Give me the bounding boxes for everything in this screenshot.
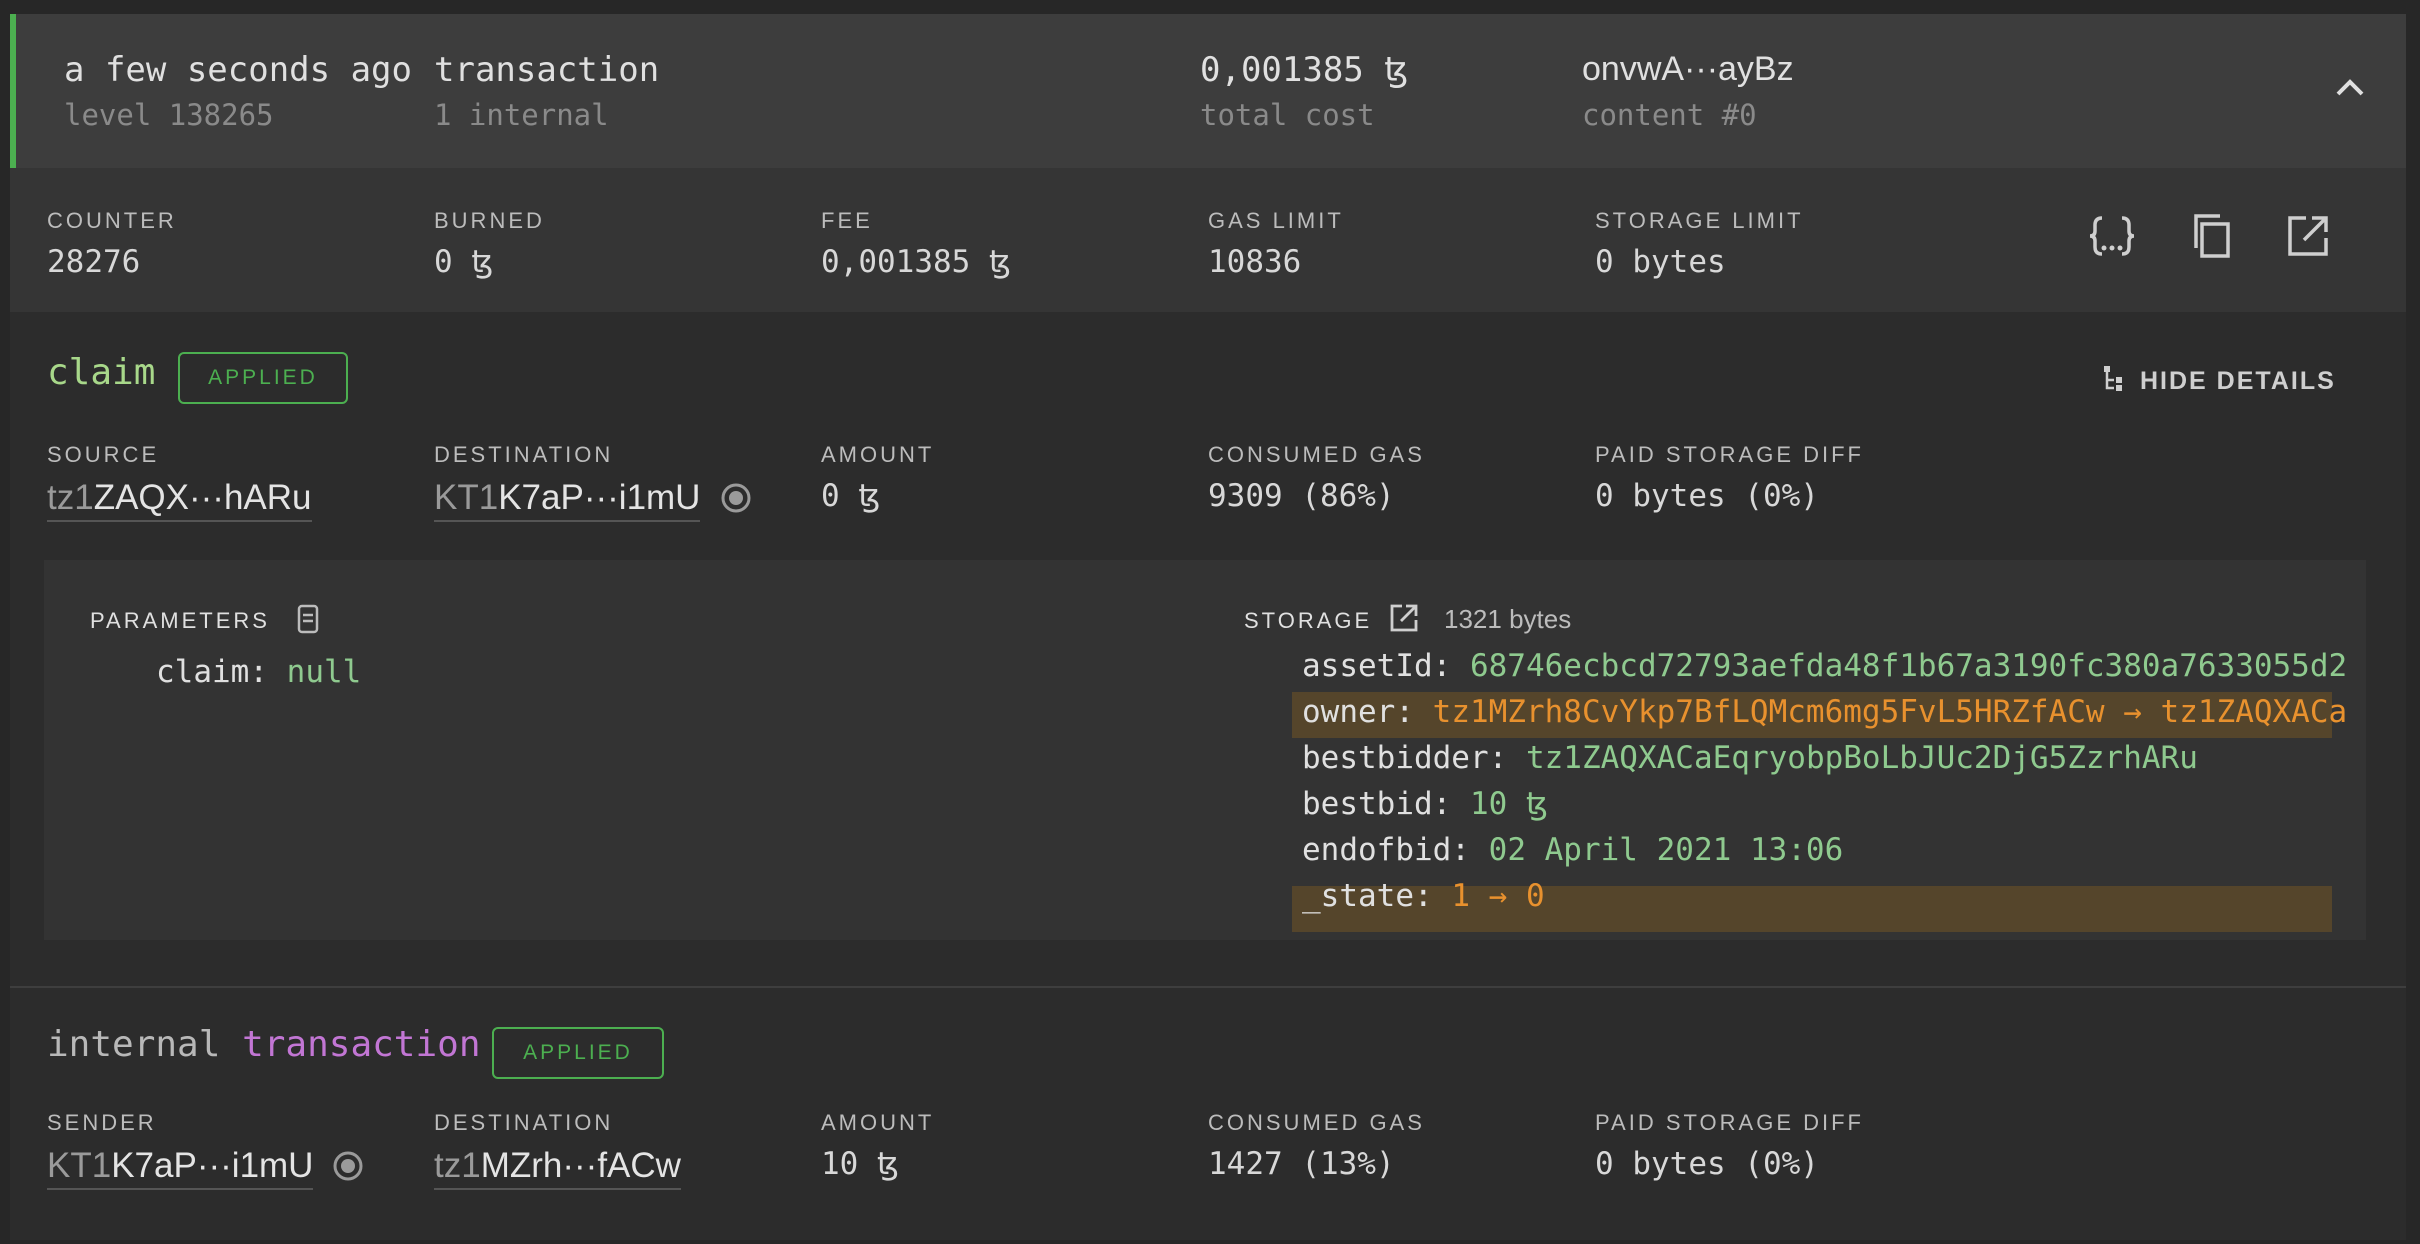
parameters-label: PARAMETERS: [90, 608, 270, 633]
contract-dot-icon: [332, 1150, 364, 1186]
amount-value: 0 ꜩ: [821, 478, 881, 514]
sender-address[interactable]: KT1K7aP···i1mU: [47, 1146, 314, 1190]
counter-value: 28276: [47, 244, 141, 280]
params-storage-panel: PARAMETERS claim: null STORAGE 1321 byte…: [44, 560, 2366, 940]
storage-row: bestbidder: tz1ZAQXACaEqryobpBoLbJUc2DjG…: [1302, 740, 2198, 776]
paid-storage-label: PAID STORAGE DIFF: [1595, 442, 1864, 467]
amount-label: AMOUNT: [821, 442, 935, 467]
destination-address[interactable]: KT1K7aP···i1mU: [434, 478, 701, 522]
source-address[interactable]: tz1ZAQX···hARu: [47, 478, 312, 522]
operation-hash[interactable]: onvwA···ayBz: [1582, 50, 1794, 89]
destination-label: DESTINATION: [434, 1110, 614, 1135]
gas-limit-value: 10836: [1208, 244, 1302, 280]
file-icon[interactable]: [296, 604, 320, 638]
storage-limit-value: 0 bytes: [1595, 244, 1726, 280]
chevron-up-icon[interactable]: [2330, 68, 2370, 108]
divider: [10, 986, 2406, 988]
consumed-gas-label: CONSUMED GAS: [1208, 442, 1425, 467]
total-cost-value: 0,001385 ꜩ: [1200, 50, 1409, 90]
content-index: content #0: [1582, 98, 1757, 132]
entrypoint-name: claim: [47, 352, 156, 393]
internal-count: 1 internal: [434, 98, 609, 132]
hide-details-label: HIDE DETAILS: [2140, 367, 2336, 395]
source-label: SOURCE: [47, 442, 160, 467]
storage-size: 1321 bytes: [1444, 604, 1572, 634]
consumed-gas-label: CONSUMED GAS: [1208, 1110, 1425, 1135]
operation-panel: a few seconds ago transaction level 1382…: [10, 14, 2406, 1240]
counter-label: COUNTER: [47, 208, 177, 233]
operation-stats: COUNTER 28276 BURNED 0 ꜩ FEE 0,001385 ꜩ …: [10, 168, 2406, 312]
storage-row: assetId: 68746ecbcd72793aefda48f1b67a319…: [1302, 648, 2348, 684]
storage-limit-label: STORAGE LIMIT: [1595, 208, 1804, 233]
block-level: level 138265: [64, 98, 274, 132]
storage-row: bestbid: 10 ꜩ: [1302, 786, 1548, 822]
storage-row: endofbid: 02 April 2021 13:06: [1302, 832, 1844, 868]
tree-icon: [2102, 364, 2130, 399]
open-external-icon[interactable]: [2284, 212, 2332, 260]
open-external-icon[interactable]: [1388, 602, 1420, 638]
destination-label: DESTINATION: [434, 442, 614, 467]
operation-kind: transaction: [434, 50, 660, 90]
consumed-gas-value: 9309 (86%): [1208, 478, 1395, 514]
copy-icon[interactable]: [2188, 212, 2236, 260]
hide-details-button[interactable]: HIDE DETAILS: [2102, 364, 2336, 399]
fee-value: 0,001385 ꜩ: [821, 244, 1011, 280]
destination-address[interactable]: tz1MZrh···fACw: [434, 1146, 681, 1190]
gas-limit-label: GAS LIMIT: [1208, 208, 1344, 233]
storage-label: STORAGE: [1244, 608, 1373, 633]
amount-label: AMOUNT: [821, 1110, 935, 1135]
burned-label: BURNED: [434, 208, 545, 233]
paid-storage-value: 0 bytes (0%): [1595, 1146, 1819, 1182]
sender-label: SENDER: [47, 1110, 157, 1135]
storage-row: owner: tz1MZrh8CvYkp7BfLQMcm6mg5FvL5HRZf…: [1302, 694, 2348, 730]
time-ago: a few seconds ago: [64, 50, 412, 90]
total-cost-label: total cost: [1200, 98, 1375, 132]
operation-header[interactable]: a few seconds ago transaction level 1382…: [10, 14, 2406, 168]
paid-storage-value: 0 bytes (0%): [1595, 478, 1819, 514]
json-braces-icon[interactable]: [2088, 212, 2136, 260]
contract-dot-icon: [720, 482, 752, 518]
burned-value: 0 ꜩ: [434, 244, 494, 280]
amount-value: 10 ꜩ: [821, 1146, 899, 1182]
parameter-entry: claim: null: [156, 654, 362, 690]
internal-op-title: internal transaction: [47, 1024, 481, 1065]
fee-label: FEE: [821, 208, 873, 233]
status-badge: APPLIED: [178, 352, 348, 404]
storage-row: _state: 1 → 0: [1302, 878, 1545, 914]
paid-storage-label: PAID STORAGE DIFF: [1595, 1110, 1864, 1135]
consumed-gas-value: 1427 (13%): [1208, 1146, 1395, 1182]
status-badge: APPLIED: [492, 1027, 664, 1079]
